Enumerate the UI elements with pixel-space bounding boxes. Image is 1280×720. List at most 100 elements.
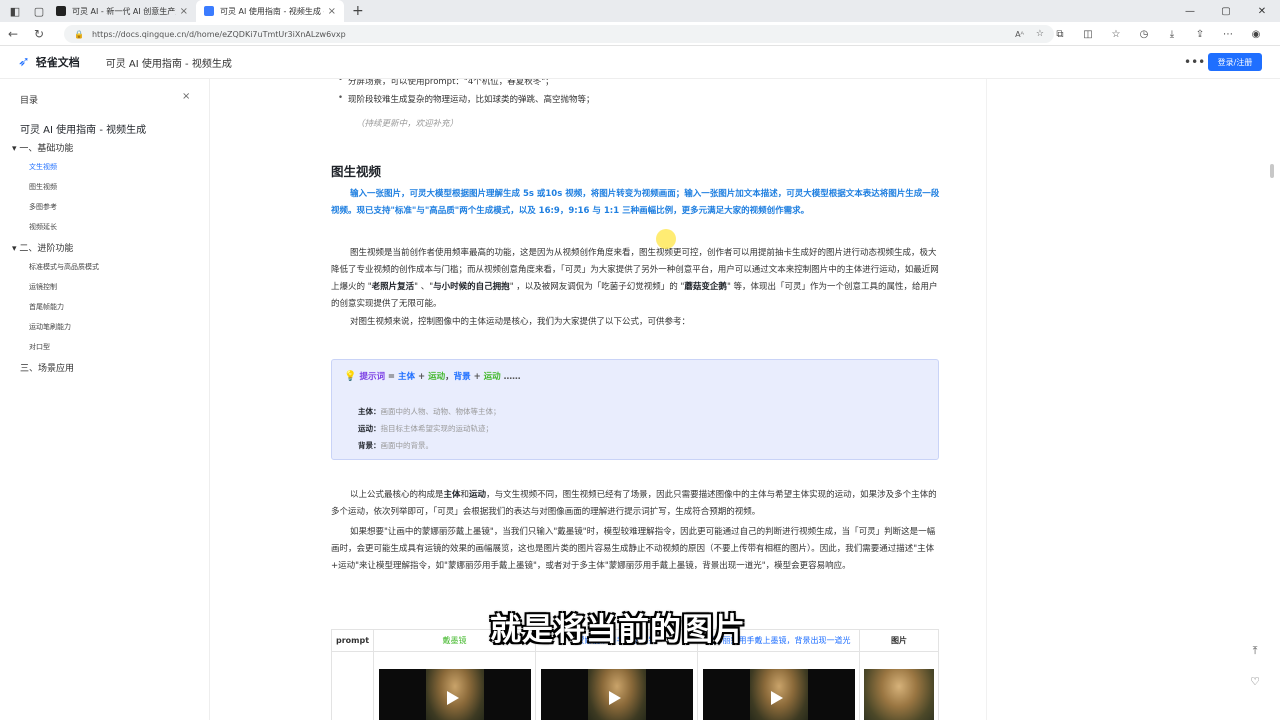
def-value: 画面中的人物、动物、物体等主体；: [380, 407, 501, 416]
toc-item-video-extend[interactable]: 视频延长: [29, 222, 57, 232]
tab-actions-icon[interactable]: ▢: [30, 2, 48, 20]
video-player[interactable]: [702, 669, 855, 720]
tab-title: 可灵 AI 使用指南 - 视频生成 - 轻雀文档: [220, 6, 324, 16]
window-close-icon[interactable]: ✕: [1244, 6, 1280, 17]
back-icon[interactable]: ←: [0, 27, 26, 41]
browser-toolbar: ⧉ ◫ ☆ ◷ ⤓ ⇪ ⋯ ◉: [1046, 22, 1270, 46]
toc-heading: 目录: [20, 96, 39, 106]
toc-item-text-to-video[interactable]: 文生视频: [29, 162, 57, 172]
toc-item-multi-image[interactable]: 多图参考: [29, 202, 57, 212]
formula-op: ，: [445, 372, 454, 382]
browser-more-icon[interactable]: ⋯: [1214, 29, 1242, 40]
close-tab-icon[interactable]: ×: [328, 6, 336, 17]
formula-def: 运动：指目标主体希望实现的运动轨迹；: [358, 423, 493, 434]
copilot-icon[interactable]: ◉: [1242, 29, 1270, 40]
share-icon[interactable]: ⇪: [1186, 29, 1214, 40]
lightbulb-icon: 💡: [344, 371, 357, 382]
formula-motion: 运动: [428, 372, 446, 382]
text-run: 和: [460, 490, 470, 500]
browser-tab-strip: ◧ ▢ 可灵 AI - 新一代 AI 创意生产力平台 × 可灵 AI 使用指南 …: [0, 0, 1280, 22]
toc-item-lip-sync[interactable]: 对口型: [29, 342, 50, 352]
prompt-formula-callout: 💡 提示词 = 主体 + 运动，背景 + 运动 …… 主体：画面中的人物、动物、物…: [331, 359, 939, 460]
read-aloud-icon[interactable]: Aᴬ: [1015, 30, 1024, 39]
toc-section-basic[interactable]: ▾ 一、基础功能: [12, 141, 73, 154]
download-icon[interactable]: ⤓: [1158, 29, 1186, 40]
url-field[interactable]: 🔒 https://docs.qingque.cn/d/home/eZQDKi7…: [64, 25, 1054, 43]
extensions-icon[interactable]: ⧉: [1046, 29, 1074, 40]
app-logo-text[interactable]: 轻雀文档: [36, 54, 80, 70]
section-title: 图生视频: [331, 164, 382, 179]
collapse-toggle-icon[interactable]: ▾: [12, 144, 17, 154]
formula-motion: 运动: [483, 372, 501, 382]
mona-lisa-image[interactable]: [864, 669, 934, 720]
toc-item-camera[interactable]: 运镜控制: [29, 282, 57, 292]
update-note: （持续更新中，欢迎补充）: [356, 119, 459, 129]
favorites-icon[interactable]: ☆: [1102, 29, 1130, 40]
toc-label: 一、基础功能: [19, 144, 74, 154]
formula-op: =: [384, 372, 399, 382]
play-icon[interactable]: [770, 691, 783, 705]
formula-intro: 对图生视频来说，控制图像中的主体运动是核心，我们为大家提供了以下公式，可供参考：: [350, 317, 691, 327]
toc-item-motion-brush[interactable]: 运动笔刷能力: [29, 322, 71, 332]
formula-subject: 主体: [398, 372, 416, 382]
text-run: " 、": [414, 282, 434, 292]
text-run: 以上公式最核心的构成是: [350, 490, 444, 500]
favorite-star-icon[interactable]: ☆: [1036, 29, 1044, 39]
doc-favicon-icon: [204, 6, 214, 16]
text-run: " ，以及被网友调侃为「吃菌子幻觉视频」的 ": [509, 282, 685, 292]
close-icon[interactable]: ×: [182, 91, 190, 102]
play-icon[interactable]: [608, 691, 621, 705]
bullet-item: 分屏场景，可以使用prompt："4个机位，春夏秋冬"；: [338, 79, 554, 87]
login-button[interactable]: 登录/注册: [1208, 53, 1262, 71]
formula-def: 主体：画面中的人物、动物、物体等主体；: [358, 406, 501, 417]
window-controls: — ▢ ✕: [1172, 0, 1280, 22]
video-player[interactable]: [378, 669, 531, 720]
app-header: ➶ 轻雀文档 可灵 AI 使用指南 - 视频生成 ••• 登录/注册: [0, 46, 1280, 79]
bold-run: 主体: [443, 490, 461, 500]
formula-op: ……: [500, 372, 521, 382]
refresh-icon[interactable]: ↻: [26, 27, 52, 41]
doc-title: 可灵 AI 使用指南 - 视频生成: [105, 58, 232, 70]
toc-sidebar: 目录 × 可灵 AI 使用指南 - 视频生成 ▾ 一、基础功能 文生视频 图生视…: [0, 79, 210, 720]
toc-section-advanced[interactable]: ▾ 二、进阶功能: [12, 241, 73, 254]
qingque-logo-icon: ➶: [18, 54, 30, 70]
formula-line: 💡 提示词 = 主体 + 运动，背景 + 运动 ……: [344, 370, 521, 382]
close-tab-icon[interactable]: ×: [180, 6, 188, 17]
def-key: 背景：: [358, 441, 381, 450]
maximize-icon[interactable]: ▢: [1208, 6, 1244, 17]
formula-op: +: [470, 372, 484, 382]
bullet-item: 现阶段较难生成复杂的物理运动，比如球类的弹跳、高空抛物等；: [338, 93, 594, 105]
more-icon[interactable]: •••: [1184, 55, 1205, 69]
def-value: 画面中的背景。: [380, 441, 434, 450]
toc-item-modes[interactable]: 标准模式与高品质模式: [29, 262, 99, 272]
highlight-paragraph: 输入一张图片，可灵大模型根据图片理解生成 5s 或10s 视频，将图片转变为视频…: [331, 189, 940, 216]
scrollbar[interactable]: [1270, 164, 1274, 178]
def-key: 运动：: [358, 424, 381, 433]
formula-op: +: [415, 372, 429, 382]
collapse-toggle-icon[interactable]: ▾: [12, 244, 17, 254]
url-text: https://docs.qingque.cn/d/home/eZQDKi7uT…: [91, 29, 346, 39]
video-player[interactable]: [540, 669, 693, 720]
bold-run: 运动: [469, 490, 487, 500]
toc-item-image-to-video[interactable]: 图生视频: [29, 182, 57, 192]
minimize-icon[interactable]: —: [1172, 6, 1208, 17]
browser-tab-active[interactable]: 可灵 AI 使用指南 - 视频生成 - 轻雀文档 ×: [196, 0, 344, 22]
formula-explanation: 以上公式最核心的构成是主体和运动，与文生视频不同，图生视频已经有了场景，因此只需…: [331, 487, 941, 521]
help-icon[interactable]: ♡: [1245, 671, 1265, 691]
split-screen-icon[interactable]: ◫: [1074, 29, 1102, 40]
browser-tab[interactable]: 可灵 AI - 新一代 AI 创意生产力平台 ×: [48, 0, 196, 22]
toc-section-scenes[interactable]: 三、场景应用: [20, 361, 74, 374]
tab-title: 可灵 AI - 新一代 AI 创意生产力平台: [72, 6, 176, 16]
back-to-top-icon[interactable]: ⤒: [1245, 641, 1265, 661]
video-cell: [698, 652, 860, 720]
toc-item-first-last-frame[interactable]: 首尾帧能力: [29, 302, 64, 312]
history-icon[interactable]: ◷: [1130, 29, 1158, 40]
new-tab-icon[interactable]: +: [352, 3, 364, 19]
video-cell: [374, 652, 536, 720]
play-icon[interactable]: [446, 691, 459, 705]
table-cell: 视频: [332, 652, 374, 720]
cursor-highlight: [656, 229, 676, 249]
profile-icon[interactable]: ◧: [6, 2, 24, 20]
image-cell: [860, 652, 938, 720]
toc-root[interactable]: 可灵 AI 使用指南 - 视频生成: [20, 121, 146, 136]
